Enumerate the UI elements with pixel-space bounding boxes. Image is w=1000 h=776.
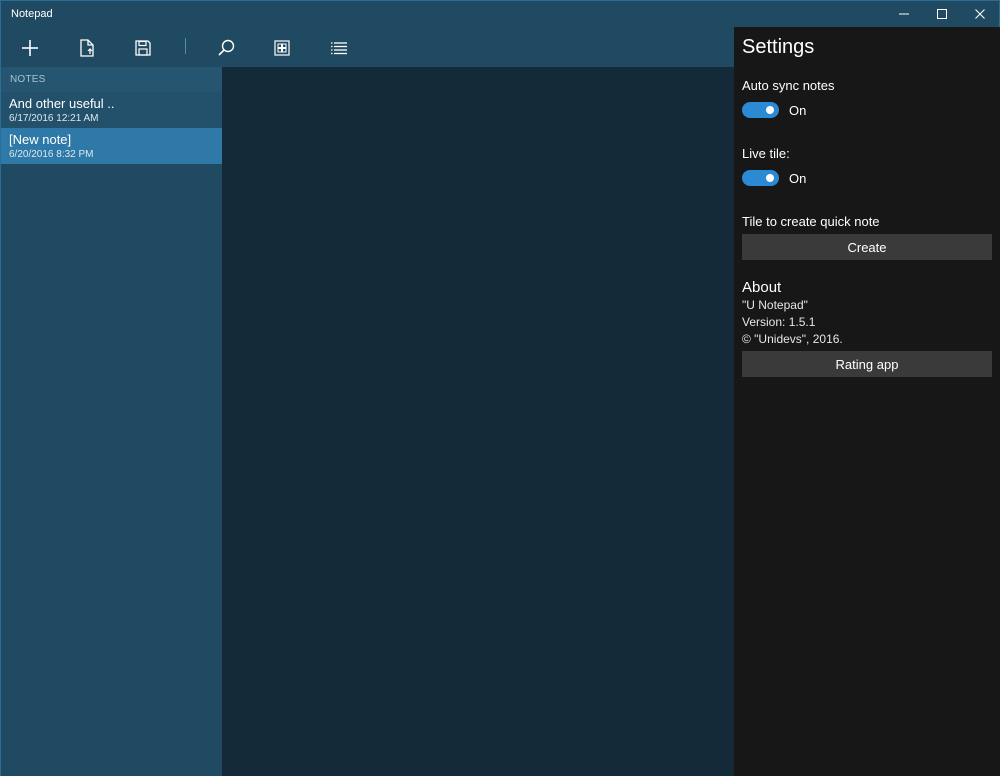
app-title: Notepad	[11, 8, 53, 20]
open-file-button[interactable]	[74, 36, 100, 60]
search-button[interactable]	[213, 36, 239, 60]
note-title: [New note]	[9, 132, 72, 147]
save-icon	[135, 40, 151, 56]
close-icon	[975, 9, 985, 19]
toggle-knob	[766, 106, 774, 114]
live-tile-state: On	[789, 171, 807, 186]
toolbar	[1, 27, 734, 67]
open-file-icon	[80, 39, 94, 57]
create-button[interactable]: Create	[742, 234, 992, 260]
note-list-item[interactable]: And other useful .. 6/17/2016 12:21 AM	[1, 92, 222, 128]
list-view-button[interactable]	[326, 36, 352, 60]
notes-header: NOTES	[1, 67, 222, 92]
note-editor-area[interactable]	[222, 67, 734, 776]
quick-note-label: Tile to create quick note	[742, 214, 880, 229]
about-title: About	[742, 279, 782, 296]
select-all-icon	[274, 40, 290, 56]
close-button[interactable]	[961, 1, 999, 27]
live-tile-toggle[interactable]	[742, 170, 779, 186]
note-list-item-selected[interactable]: [New note] 6/20/2016 8:32 PM	[1, 128, 222, 164]
note-date: 6/20/2016 8:32 PM	[9, 149, 94, 160]
notes-list-pane: NOTES And other useful .. 6/17/2016 12:2…	[1, 67, 222, 776]
title-bar: Notepad	[1, 1, 734, 27]
auto-sync-state: On	[789, 103, 807, 118]
new-note-button[interactable]	[17, 36, 43, 60]
search-icon	[218, 39, 235, 56]
save-button[interactable]	[130, 36, 156, 60]
about-copyright: © "Unidevs", 2016.	[742, 332, 843, 346]
note-date: 6/17/2016 12:21 AM	[9, 113, 99, 124]
auto-sync-toggle[interactable]	[742, 102, 779, 118]
about-version: Version: 1.5.1	[742, 315, 816, 329]
note-title: And other useful ..	[9, 96, 115, 111]
list-icon	[331, 42, 347, 55]
select-all-button[interactable]	[269, 36, 295, 60]
plus-icon	[22, 40, 38, 56]
caption-buttons	[885, 1, 999, 27]
settings-flyout: Settings Auto sync notes On Live tile: O…	[734, 27, 1000, 776]
settings-title: Settings	[742, 36, 815, 58]
toolbar-separator	[185, 38, 186, 54]
app-window: Notepad NOTES And other useful .. 6/17/2…	[0, 0, 1000, 776]
minimize-button[interactable]	[885, 1, 923, 27]
maximize-button[interactable]	[923, 1, 961, 27]
rating-app-button[interactable]: Rating app	[742, 351, 992, 377]
about-app-name: "U Notepad"	[742, 298, 808, 312]
live-tile-label: Live tile:	[742, 146, 790, 161]
minimize-icon	[899, 13, 909, 15]
toggle-knob	[766, 174, 774, 182]
auto-sync-label: Auto sync notes	[742, 78, 835, 93]
maximize-icon	[937, 9, 947, 19]
